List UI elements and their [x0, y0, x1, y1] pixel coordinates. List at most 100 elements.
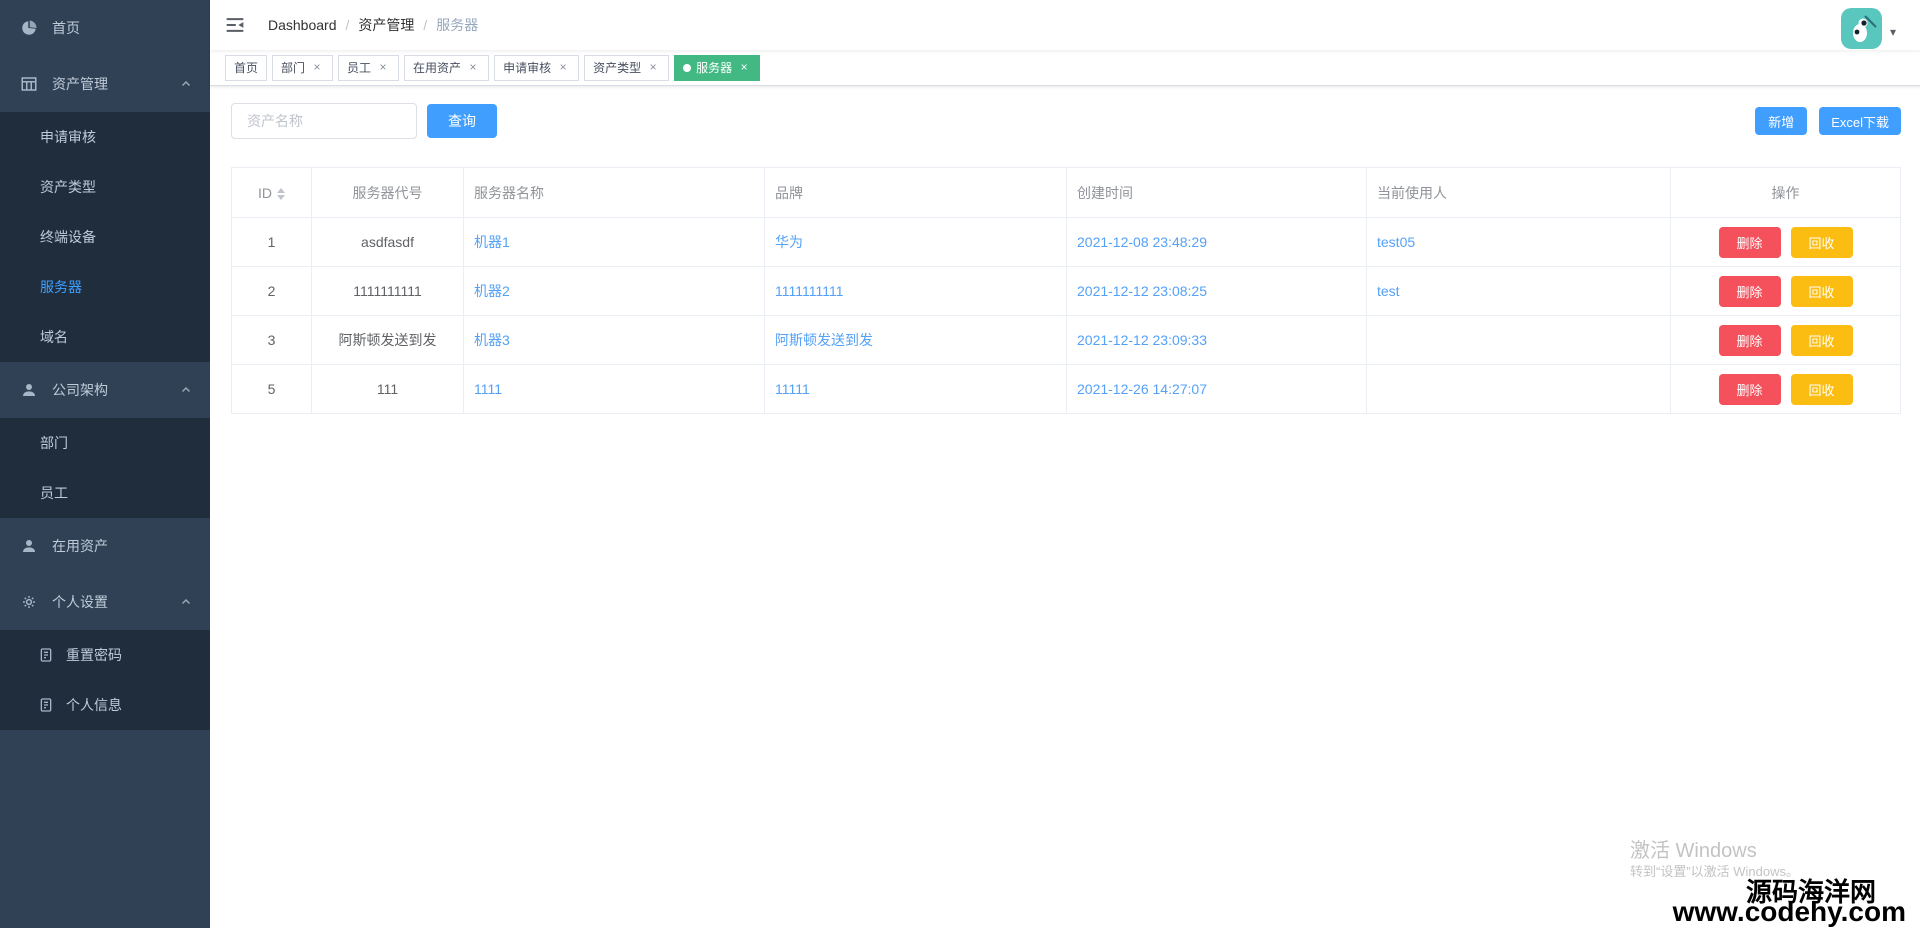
user-avatar[interactable] — [1841, 8, 1882, 49]
add-button[interactable]: 新增 — [1755, 107, 1807, 135]
chevron-up-icon — [180, 78, 192, 90]
tab-assets-inuse[interactable]: 在用资产 × — [404, 55, 489, 81]
breadcrumb: Dashboard / 资产管理 / 服务器 — [268, 15, 478, 35]
tab-label: 资产类型 — [593, 59, 641, 76]
cell-created-time: 2021-12-12 23:08:25 — [1067, 267, 1367, 316]
cell-current-user: test05 — [1367, 218, 1671, 267]
close-icon[interactable]: × — [556, 61, 570, 75]
tab-home[interactable]: 首页 — [225, 55, 267, 81]
sidebar-group-label: 资产管理 — [52, 74, 108, 94]
sidebar-item-label: 个人信息 — [66, 695, 122, 715]
server-name-link[interactable]: 机器1 — [474, 234, 510, 250]
submenu-asset-management: 申请审核 资产类型 终端设备 服务器 域名 — [0, 112, 210, 362]
sidebar-item-server[interactable]: 服务器 — [0, 262, 210, 312]
sidebar-item-reset-password[interactable]: 重置密码 — [0, 630, 210, 680]
cell-server-code: asdfasdf — [312, 218, 464, 267]
sidebar-item-label: 在用资产 — [52, 536, 108, 556]
close-icon[interactable]: × — [646, 61, 660, 75]
recycle-button[interactable]: 回收 — [1791, 325, 1853, 356]
brand-link[interactable]: 11111 — [775, 381, 810, 397]
delete-button[interactable]: 删除 — [1719, 276, 1781, 307]
cell-id: 5 — [232, 365, 312, 414]
brand-link[interactable]: 1111111111 — [775, 283, 844, 299]
tab-label: 服务器 — [696, 59, 732, 76]
breadcrumb-separator: / — [423, 17, 427, 33]
sidebar-group-personal-settings[interactable]: 个人设置 — [0, 574, 210, 630]
recycle-button[interactable]: 回收 — [1791, 227, 1853, 258]
excel-download-button[interactable]: Excel下载 — [1819, 107, 1901, 135]
server-name-link[interactable]: 机器3 — [474, 332, 510, 348]
user-icon — [20, 537, 38, 555]
close-icon[interactable]: × — [310, 61, 324, 75]
cell-id: 2 — [232, 267, 312, 316]
tab-label: 申请审核 — [503, 59, 551, 76]
delete-button[interactable]: 删除 — [1719, 374, 1781, 405]
tab-server[interactable]: 服务器 × — [674, 55, 760, 81]
close-icon[interactable]: × — [376, 61, 390, 75]
sidebar-item-personal-info[interactable]: 个人信息 — [0, 680, 210, 730]
delete-button[interactable]: 删除 — [1719, 325, 1781, 356]
sidebar-item-assets-inuse[interactable]: 在用资产 — [0, 518, 210, 574]
cell-actions: 删除回收 — [1671, 267, 1901, 316]
sidebar-item-label: 资产类型 — [40, 177, 96, 197]
table-header-row: ID 服务器代号 服务器名称 品牌 创建时间 当前使用人 操作 — [232, 168, 1901, 218]
breadcrumb-current-page: 服务器 — [436, 15, 478, 35]
sidebar-item-label: 首页 — [52, 18, 80, 38]
tab-label: 员工 — [347, 59, 371, 76]
server-name-link[interactable]: 机器2 — [474, 283, 510, 299]
sidebar-group-company-structure[interactable]: 公司架构 — [0, 362, 210, 418]
close-icon[interactable]: × — [737, 61, 751, 75]
sidebar-item-label: 终端设备 — [40, 227, 96, 247]
brand-link[interactable]: 华为 — [775, 234, 803, 250]
tab-department[interactable]: 部门 × — [272, 55, 333, 81]
sidebar-item-label: 员工 — [40, 483, 68, 503]
main-area: Dashboard / 资产管理 / 服务器 ▾ 首页 部门 × — [210, 0, 1920, 928]
form-icon — [38, 697, 54, 713]
tab-apply-review[interactable]: 申请审核 × — [494, 55, 579, 81]
delete-button[interactable]: 删除 — [1719, 227, 1781, 258]
column-header-brand: 品牌 — [765, 168, 1067, 218]
sidebar-item-staff[interactable]: 员工 — [0, 468, 210, 518]
sidebar-item-label: 域名 — [40, 327, 68, 347]
recycle-button[interactable]: 回收 — [1791, 276, 1853, 307]
cell-created-time: 2021-12-26 14:27:07 — [1067, 365, 1367, 414]
search-input[interactable] — [231, 103, 417, 139]
column-header-id[interactable]: ID — [232, 168, 312, 218]
sidebar-item-terminal-device[interactable]: 终端设备 — [0, 212, 210, 262]
gear-icon — [20, 593, 38, 611]
sort-icon[interactable] — [277, 188, 285, 200]
sidebar-item-domain[interactable]: 域名 — [0, 312, 210, 362]
sidebar-group-asset-management[interactable]: 资产管理 — [0, 56, 210, 112]
query-button[interactable]: 查询 — [427, 104, 497, 138]
tab-asset-type[interactable]: 资产类型 × — [584, 55, 669, 81]
windows-activation-text: 激活 Windows — [1630, 834, 1757, 863]
sidebar-toggle-hamburger-icon[interactable] — [210, 0, 260, 50]
sidebar-item-home[interactable]: 首页 — [0, 0, 210, 56]
toolbar: 查询 新增 Excel下载 — [231, 103, 1901, 139]
chevron-down-icon[interactable]: ▾ — [1890, 25, 1896, 39]
cell-actions: 删除回收 — [1671, 218, 1901, 267]
breadcrumb-dashboard[interactable]: Dashboard — [268, 17, 337, 33]
tab-label: 首页 — [234, 59, 258, 76]
server-name-link[interactable]: 1111 — [474, 381, 502, 397]
chevron-up-icon — [180, 384, 192, 396]
tab-staff[interactable]: 员工 × — [338, 55, 399, 81]
page-content: 查询 新增 Excel下载 ID 服务器代号 — [210, 86, 1920, 928]
sidebar-item-department[interactable]: 部门 — [0, 418, 210, 468]
tags-view-bar: 首页 部门 × 员工 × 在用资产 × 申请审核 × 资产类型 × — [210, 50, 1920, 86]
column-header-actions: 操作 — [1671, 168, 1901, 218]
chevron-up-icon — [180, 596, 192, 608]
tab-label: 部门 — [281, 59, 305, 76]
cell-server-code: 1111111111 — [312, 267, 464, 316]
recycle-button[interactable]: 回收 — [1791, 374, 1853, 405]
close-icon[interactable]: × — [466, 61, 480, 75]
navbar-right: ▾ — [1841, 2, 1896, 49]
cell-created-time: 2021-12-08 23:48:29 — [1067, 218, 1367, 267]
sidebar-item-apply-review[interactable]: 申请审核 — [0, 112, 210, 162]
sidebar-item-asset-type[interactable]: 资产类型 — [0, 162, 210, 212]
table-row: 5 111 1111 11111 2021-12-26 14:27:07 删除回… — [232, 365, 1901, 414]
brand-link[interactable]: 阿斯顿发送到发 — [775, 332, 873, 348]
cell-current-user — [1367, 365, 1671, 414]
table-row: 2 1111111111 机器2 1111111111 2021-12-12 2… — [232, 267, 1901, 316]
breadcrumb-asset-management[interactable]: 资产管理 — [358, 15, 414, 35]
